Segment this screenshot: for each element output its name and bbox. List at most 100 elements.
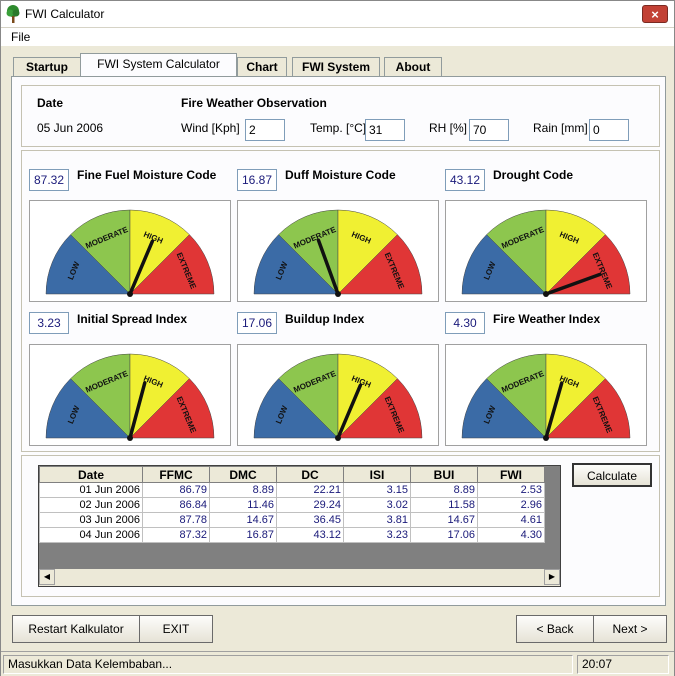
gauge-hub [335, 291, 341, 297]
rh-input[interactable]: 70 [469, 119, 509, 141]
horizontal-scrollbar[interactable]: ◀ ▶ [39, 569, 560, 586]
scroll-left-icon[interactable]: ◀ [39, 569, 55, 585]
gauge-hub [543, 435, 549, 441]
bui-value: 17.06 [237, 312, 277, 334]
isi-gauge: LOW MODERATE HIGH EXTREME [29, 344, 231, 446]
tab-about[interactable]: About [384, 57, 442, 76]
observation-heading: Fire Weather Observation [181, 96, 327, 110]
table-row[interactable]: 04 Jun 2006 87.32 16.87 43.12 3.23 17.06… [39, 527, 545, 543]
rh-label: RH [%] [429, 121, 468, 135]
isi-label: Initial Spread Index [77, 312, 188, 326]
gauge-hub [127, 435, 133, 441]
cell-fwi: 2.53 [477, 482, 545, 498]
wind-input[interactable]: 2 [245, 119, 285, 141]
col-dc[interactable]: DC [276, 466, 344, 483]
gauge-dial: LOWMODERATE HIGHEXTREME [45, 209, 215, 297]
temp-label: Temp. [°C] [310, 121, 367, 135]
fwi-label: Fire Weather Index [493, 312, 601, 326]
cell-dmc: 11.46 [209, 497, 277, 513]
temp-input[interactable]: 31 [365, 119, 405, 141]
next-button[interactable]: Next > [593, 615, 667, 643]
tab-fwi-system-calculator[interactable]: FWI System Calculator [80, 53, 237, 77]
window-title: FWI Calculator [25, 7, 105, 21]
gauge-dial: LOWMODERATE HIGHEXTREME [45, 353, 215, 441]
dmc-gauge: LOW MODERATE HIGH EXTREME [237, 200, 439, 302]
cell-fwi: 2.96 [477, 497, 545, 513]
dc-value: 43.12 [445, 169, 485, 191]
gauge-hub [335, 435, 341, 441]
table-row[interactable]: 03 Jun 2006 87.78 14.67 36.45 3.81 14.67… [39, 512, 545, 528]
tab-chart[interactable]: Chart [237, 57, 287, 76]
cell-dc: 22.21 [276, 482, 344, 498]
cell-date: 02 Jun 2006 [39, 497, 143, 513]
cell-fwi: 4.30 [477, 527, 545, 543]
cell-isi: 3.15 [343, 482, 411, 498]
col-isi[interactable]: ISI [343, 466, 411, 483]
ffmc-gauge: LOW MODERATE HIGH EXTREME [29, 200, 231, 302]
fwi-gauge: LOW MODERATE HIGH EXTREME [445, 344, 647, 446]
indices-group: 87.32 Fine Fuel Moisture Code LOW MODERAT… [21, 150, 660, 452]
tab-startup[interactable]: Startup [13, 57, 81, 76]
col-dmc[interactable]: DMC [209, 466, 277, 483]
scroll-right-icon[interactable]: ▶ [544, 569, 560, 585]
table-row[interactable]: 01 Jun 2006 86.79 8.89 22.21 3.15 8.89 2… [39, 482, 545, 498]
gauge-dial: LOWMODERATE HIGHEXTREME [253, 209, 423, 297]
dc-label: Drought Code [493, 168, 573, 182]
gauge-dial: LOWMODERATE HIGHEXTREME [461, 353, 631, 441]
ffmc-label: Fine Fuel Moisture Code [77, 168, 217, 182]
restart-button[interactable]: Restart Kalkulator [12, 615, 140, 643]
cell-dmc: 8.89 [209, 482, 277, 498]
cell-ffmc: 86.84 [142, 497, 210, 513]
cell-dc: 29.24 [276, 497, 344, 513]
cell-bui: 14.67 [410, 512, 478, 528]
col-fwi[interactable]: FWI [477, 466, 545, 483]
ffmc-value: 87.32 [29, 169, 69, 191]
status-bar: Masukkan Data Kelembaban... 20:07 [1, 651, 674, 676]
cell-bui: 17.06 [410, 527, 478, 543]
gauge-dial: LOWMODERATE HIGHEXTREME [461, 209, 631, 297]
title-bar: FWI Calculator × [1, 1, 674, 28]
history-grid[interactable]: Date FFMC DMC DC ISI BUI FWI 01 Jun 2006… [38, 465, 561, 587]
tab-fwi-system[interactable]: FWI System [292, 57, 380, 76]
gauge-hub [127, 291, 133, 297]
table-row[interactable]: 02 Jun 2006 86.84 11.46 29.24 3.02 11.58… [39, 497, 545, 513]
cell-date: 03 Jun 2006 [39, 512, 143, 528]
col-bui[interactable]: BUI [410, 466, 478, 483]
cell-dmc: 16.87 [209, 527, 277, 543]
dc-gauge: LOW MODERATE HIGH EXTREME [445, 200, 647, 302]
cell-isi: 3.81 [343, 512, 411, 528]
rain-input[interactable]: 0 [589, 119, 629, 141]
rain-label: Rain [mm] [533, 121, 588, 135]
col-ffmc[interactable]: FFMC [142, 466, 210, 483]
table-body: 01 Jun 2006 86.79 8.89 22.21 3.15 8.89 2… [39, 482, 545, 543]
isi-value: 3.23 [29, 312, 69, 334]
gauge-dial: LOWMODERATE HIGHEXTREME [253, 353, 423, 441]
date-value: 05 Jun 2006 [37, 121, 104, 135]
cell-dc: 36.45 [276, 512, 344, 528]
back-button[interactable]: < Back [516, 615, 594, 643]
date-label: Date [37, 96, 64, 110]
col-date[interactable]: Date [39, 466, 143, 483]
cell-bui: 8.89 [410, 482, 478, 498]
gauge-hub [543, 291, 549, 297]
exit-button[interactable]: EXIT [139, 615, 213, 643]
cell-dmc: 14.67 [209, 512, 277, 528]
tab-strip: Startup FWI System Calculator Chart FWI … [1, 47, 674, 77]
app-window: FWI Calculator × File Startup FWI System… [0, 0, 675, 676]
close-icon: × [651, 7, 659, 22]
close-button[interactable]: × [642, 5, 668, 23]
dmc-value: 16.87 [237, 169, 277, 191]
status-message: Masukkan Data Kelembaban... [3, 655, 573, 674]
cell-ffmc: 86.79 [142, 482, 210, 498]
dmc-label: Duff Moisture Code [285, 168, 396, 182]
menu-file[interactable]: File [11, 30, 30, 44]
cell-dc: 43.12 [276, 527, 344, 543]
tree-icon [6, 5, 20, 23]
cell-ffmc: 87.78 [142, 512, 210, 528]
bui-label: Buildup Index [285, 312, 365, 326]
cell-bui: 11.58 [410, 497, 478, 513]
calculate-button[interactable]: Calculate [572, 463, 652, 487]
wind-label: Wind [Kph] [181, 121, 240, 135]
cell-fwi: 4.61 [477, 512, 545, 528]
observation-group: Date 05 Jun 2006 Fire Weather Observatio… [21, 85, 660, 147]
